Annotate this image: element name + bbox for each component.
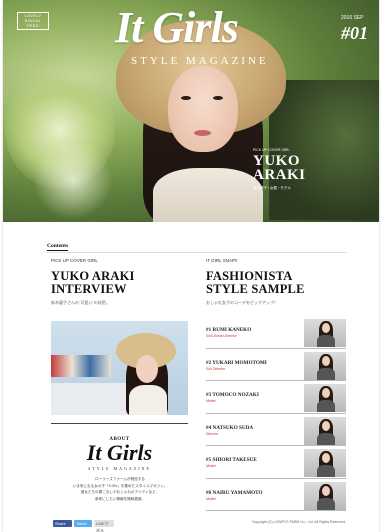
twitter-tweet-button[interactable]: Tweet [74, 520, 92, 527]
fashionista-name: #5 SHIORI TAKESUE [206, 457, 257, 463]
fashionista-item[interactable]: #1 RUMI KANEKO SNS Brand Director [206, 319, 346, 349]
fashionista-role: Model [206, 496, 216, 501]
contents-divider [47, 252, 347, 253]
fashionista-item[interactable]: #5 SHIORI TAKESUE Model [206, 449, 346, 479]
cover-model-eye-right [213, 96, 223, 100]
brand-tag-line3: FEED [27, 23, 39, 28]
copyright-footer: Copyright (C) LOWRYS FARM Co., Ltd. All … [251, 520, 346, 524]
background-foliage-light [33, 140, 113, 220]
photo-model-face [136, 355, 158, 383]
fashionista-role: Director [206, 431, 219, 436]
fashionista-role: Model [206, 399, 216, 403]
brand-tag[interactable]: LOVELY SOCIAL FEED [17, 12, 49, 30]
about-text-line: 参考にしたい情報を随時更新。 [94, 496, 146, 501]
share-buttons: Share Tweet LINEで送る [53, 520, 114, 532]
fashionista-thumbnail [304, 481, 346, 510]
fashionista-list: #1 RUMI KANEKO SNS Brand Director #2 YUK… [206, 319, 346, 514]
fashionista-label: IT GIRL SNAP!! [206, 258, 238, 263]
issue-label: 2016 SEP [341, 15, 364, 21]
fashionista-role: Sns Director [206, 366, 226, 371]
facebook-share-button[interactable]: Share [53, 520, 72, 527]
fashionista-item[interactable]: #6 NAIRU YAMAMOTO Model [206, 481, 346, 511]
fashionista-subtitle: おしゃれ女子のコーデをピックアップ！ [206, 300, 278, 305]
fashionista-item[interactable]: #4 NATSUKO SUDA Director [206, 416, 346, 446]
fashionista-thumbnail [304, 384, 346, 412]
page: LOVELY SOCIAL FEED It Girls STYLE MAGAZI… [3, 0, 379, 532]
photo-model-top [129, 385, 167, 415]
fashionista-name: #3 TOMOCO NOZAKI [206, 392, 259, 398]
fashionista-name: #1 RUMI KANEKO [206, 327, 252, 333]
contents-heading: Contents [47, 243, 69, 251]
cover-model-sweater [153, 168, 263, 222]
fashionista-thumbnail [304, 351, 346, 380]
photo-counter [51, 383, 131, 415]
issue-number: #01 [341, 23, 368, 43]
fashionista-thumbnail [304, 416, 346, 445]
cover-model-eye-left [181, 96, 191, 100]
interview-subtitle: 新木優子さんの"可愛い"の秘密。 [51, 300, 110, 305]
fashionista-title-line2[interactable]: STYLE SAMPLE [206, 283, 305, 296]
interview-photo[interactable] [51, 321, 188, 415]
fashionista-thumbnail [304, 319, 346, 347]
fashionista-role: SNS Brand Director [206, 334, 237, 338]
magazine-logo[interactable]: It Girls [115, 6, 239, 50]
fashionista-item[interactable]: #3 TOMOCO NOZAKI Model [206, 384, 346, 414]
interview-title-line2[interactable]: INTERVIEW [51, 283, 127, 296]
about-section: ABOUT It Girls STYLE MAGAZINE ローリーズファームが… [51, 423, 188, 514]
about-logo: It Girls [86, 440, 153, 465]
magazine-subtitle: STYLE MAGAZINE [131, 55, 269, 67]
fashionista-name: #6 NAIRU YAMAMOTO [206, 489, 263, 496]
cover-girl-meta: 新木優子 / 女優・モデル [253, 186, 291, 190]
fashionista-thumbnail [304, 449, 346, 477]
cover-girl-label: PICK UP COVER GIRL [253, 148, 290, 152]
fashionista-name: #2 YUKARI MOMOTOMI [206, 359, 267, 366]
about-subtitle: STYLE MAGAZINE [88, 466, 151, 471]
interview-label: PICK UP COVER GIRL [51, 258, 98, 263]
hero-cover[interactable]: LOVELY SOCIAL FEED It Girls STYLE MAGAZI… [3, 0, 379, 222]
fashionista-item[interactable]: #2 YUKARI MOMOTOMI Sns Director [206, 351, 346, 381]
cover-model-lips [194, 130, 211, 136]
about-text-line: 彼女たちの着こなしやおしゃれのアイディなど、 [80, 490, 160, 494]
cover-girl-name-line2[interactable]: ARAKI [253, 168, 306, 183]
fashionista-name: #4 NATSUKO SUDA [206, 424, 254, 431]
cover-model-face [168, 66, 238, 152]
line-share-button[interactable]: LINEで送る [94, 520, 114, 532]
fashionista-role: Model [206, 464, 216, 468]
photo-shelf [51, 355, 111, 377]
about-description: ローリーズファームが発信する いま気になる女の子「It Girl」を集めたスタイ… [65, 476, 175, 502]
